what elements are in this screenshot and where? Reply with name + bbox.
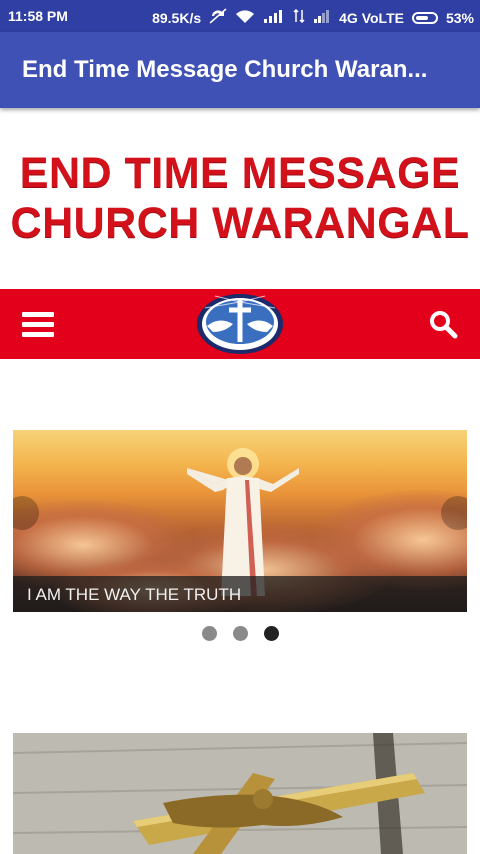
search-icon[interactable] bbox=[428, 309, 458, 339]
slider-indicators bbox=[0, 626, 480, 642]
network-type: 4G VoLTE bbox=[339, 9, 404, 26]
wifi-icon bbox=[235, 8, 255, 27]
image-slider[interactable]: I AM THE WAY THE TRUTH bbox=[13, 430, 467, 612]
status-icons: 89.5K/s 4G VoLTE 53% bbox=[152, 8, 474, 27]
sync-off-icon bbox=[209, 8, 227, 27]
jesus-figure bbox=[187, 448, 299, 596]
slider-dot-1[interactable] bbox=[201, 626, 217, 641]
status-bar: 11:58 PM 89.5K/s 4G VoLTE 53% bbox=[0, 0, 480, 32]
next-arrow-icon[interactable] bbox=[441, 496, 467, 530]
church-title-line1: END TIME MESSAGE bbox=[19, 149, 461, 197]
crucifix-image[interactable] bbox=[13, 733, 467, 854]
church-title: END TIME MESSAGE CHURCH WARANGAL bbox=[0, 148, 480, 248]
slide-caption-bar: I AM THE WAY THE TRUTH bbox=[13, 576, 467, 612]
hamburger-menu-icon[interactable] bbox=[22, 312, 54, 338]
nav-bar bbox=[0, 289, 480, 359]
slider-dot-2[interactable] bbox=[232, 626, 248, 641]
church-title-line2: CHURCH WARANGAL bbox=[10, 199, 470, 247]
signal-icon bbox=[263, 9, 285, 26]
battery-percent: 53% bbox=[445, 9, 474, 26]
slide-caption: I AM THE WAY THE TRUTH bbox=[27, 585, 242, 604]
data-transfer-icon bbox=[293, 8, 305, 26]
app-title: End Time Message Church Waran... bbox=[22, 56, 428, 83]
slider-dot-3[interactable] bbox=[263, 626, 279, 641]
status-time: 11:58 PM bbox=[8, 8, 68, 24]
battery-icon bbox=[411, 11, 438, 24]
app-bar: End Time Message Church Waran... bbox=[0, 32, 480, 108]
church-logo[interactable] bbox=[195, 292, 285, 356]
network-speed: 89.5K/s bbox=[152, 9, 202, 26]
signal-icon-2 bbox=[313, 9, 331, 26]
